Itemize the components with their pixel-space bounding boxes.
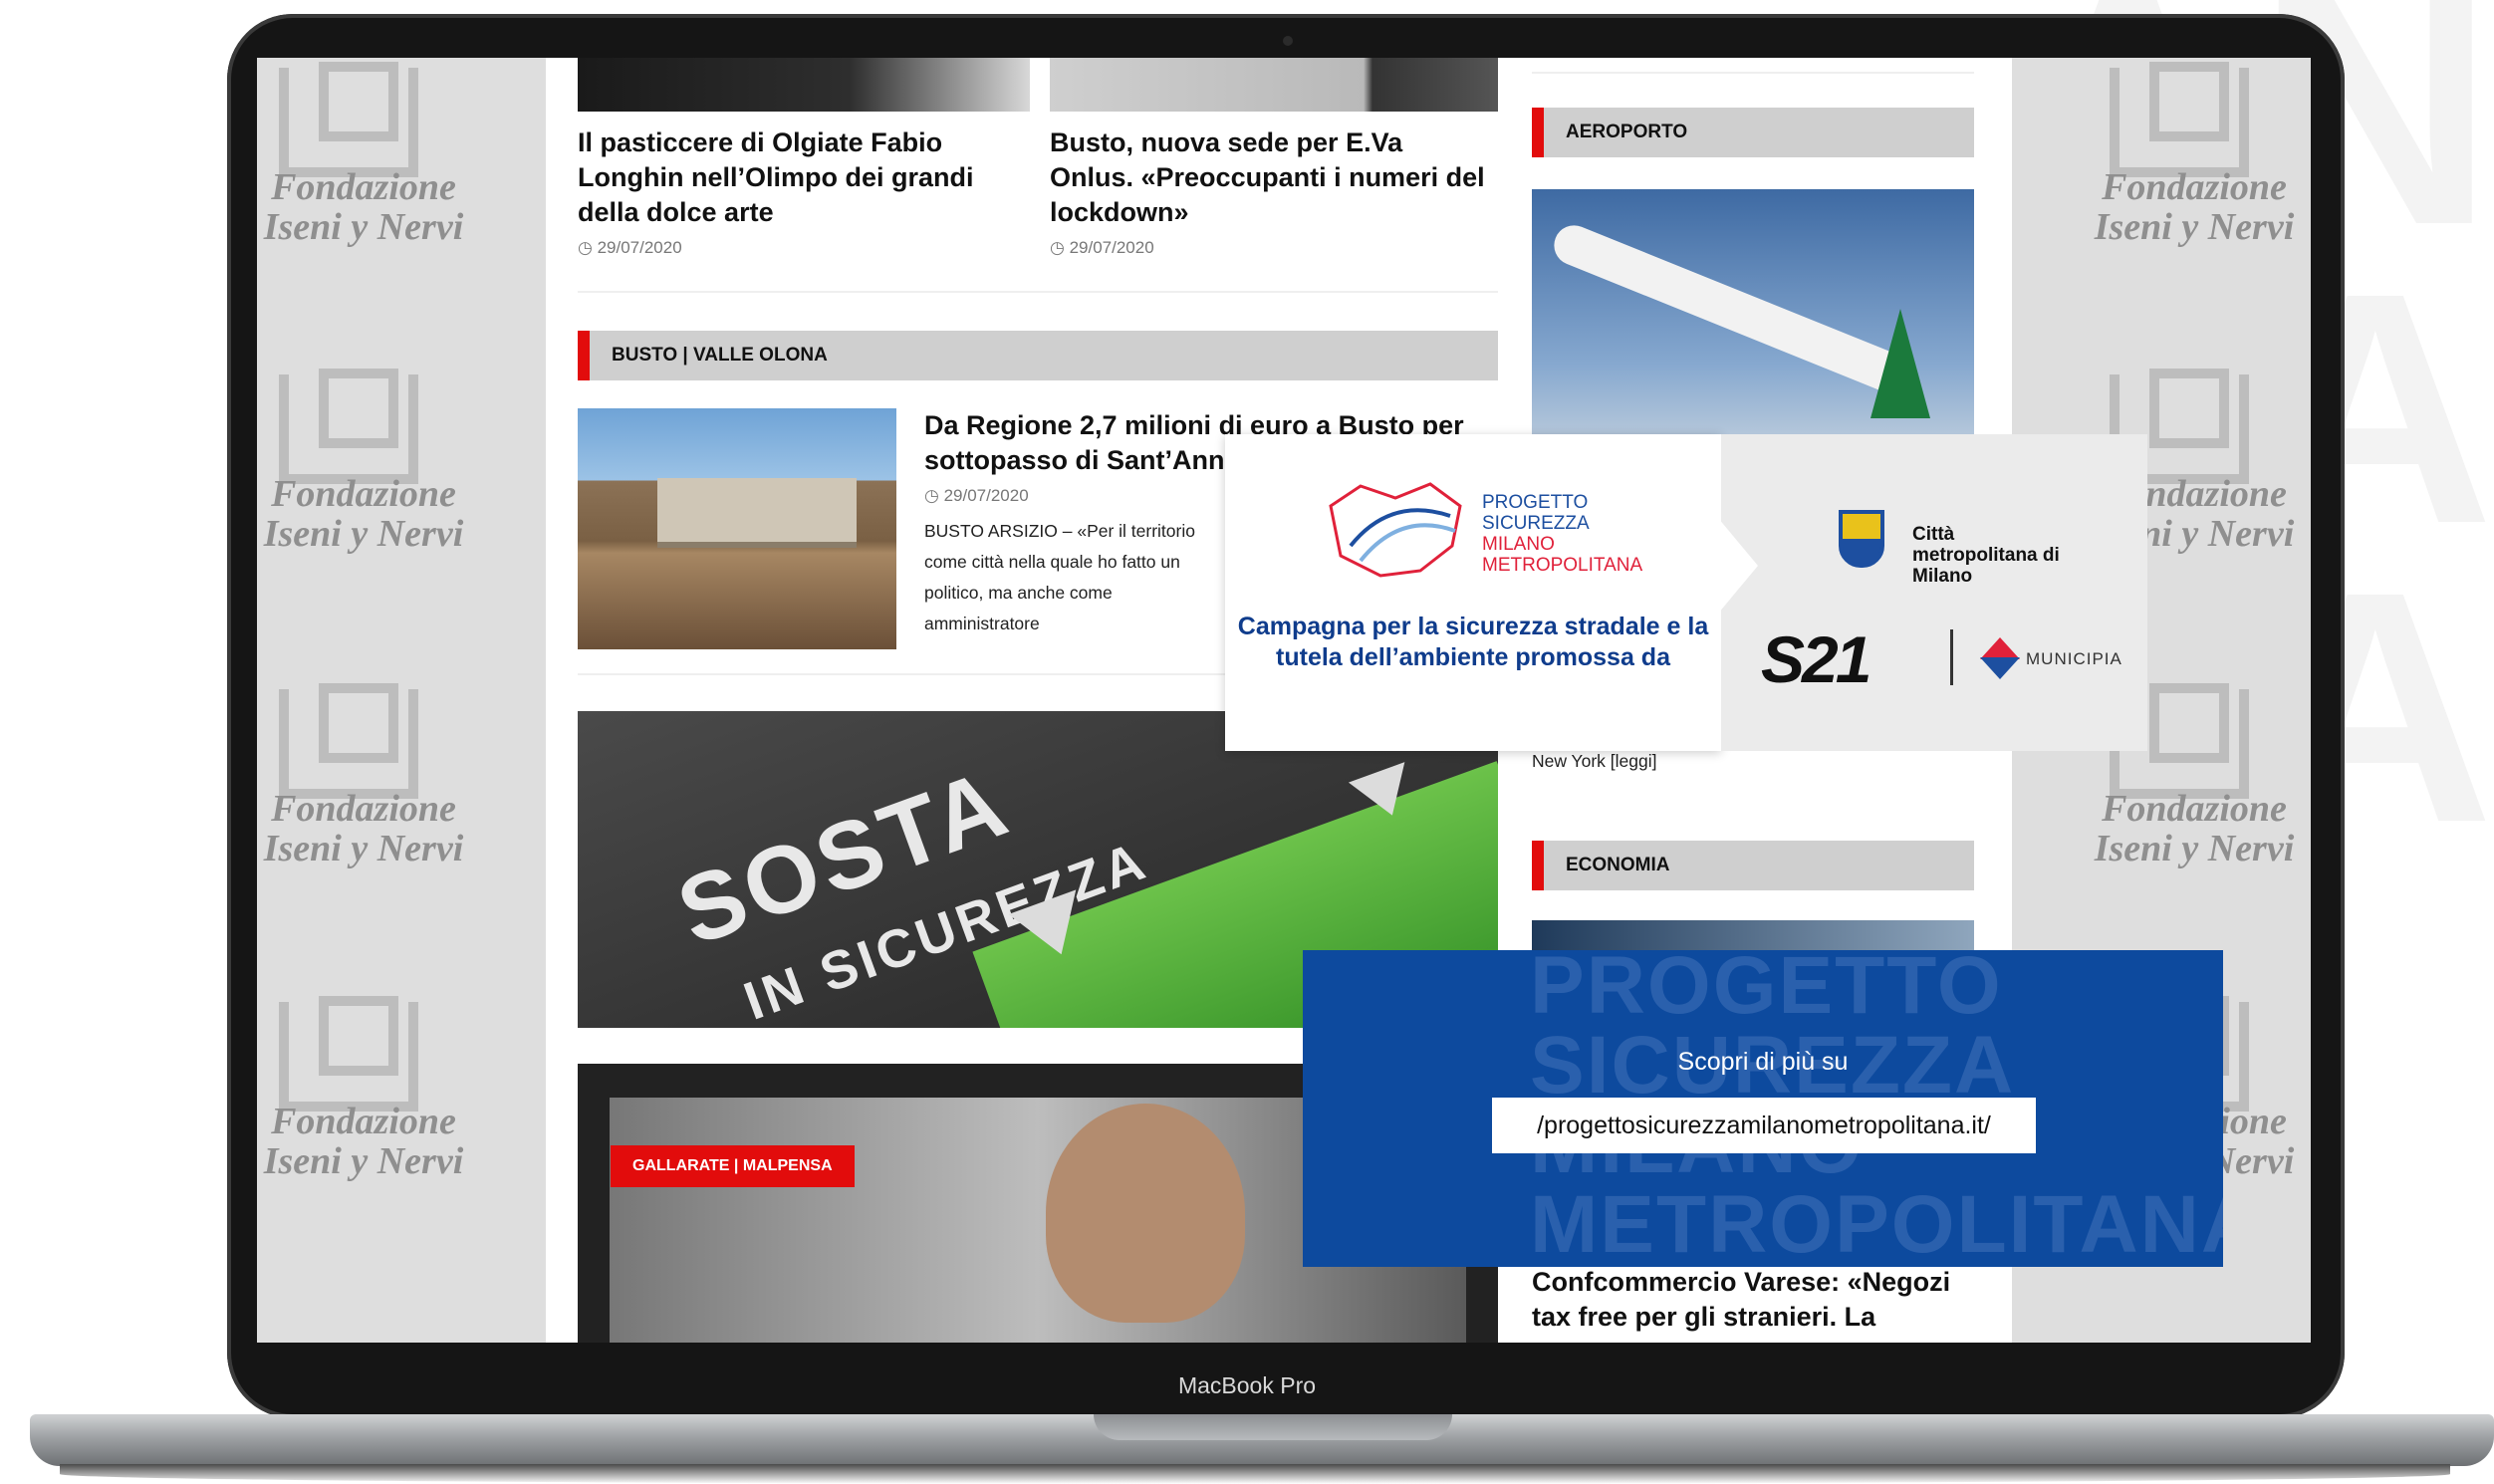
article-title[interactable]: Il pasticcere di Olgiate Fabio Longhin n… (578, 125, 1016, 230)
section-header-economia[interactable]: ECONOMIA (1532, 841, 1974, 890)
watermark-line1: Fondazione (271, 1101, 456, 1142)
watermark-line2: Iseni y Nervi (2094, 206, 2295, 248)
watermark-logo-icon (279, 683, 418, 799)
article-title[interactable]: Busto, nuova sede per E.Va Onlus. «Preoc… (1050, 125, 1488, 230)
progetto-logo-text: PROGETTO SICUREZZA MILANO METROPOLITANA (1482, 492, 1643, 576)
article-date: 29/07/2020 (578, 238, 1016, 258)
watermark-line2: Iseni y Nervi (2094, 828, 2295, 869)
section-header-aeroporto[interactable]: AEROPORTO (1532, 108, 1974, 157)
ad-url-panel[interactable]: PROGETTO SICUREZZA MILANO METROPOLITANA … (1303, 950, 2223, 1267)
municipia-label: MUNICIPIA (2026, 649, 2122, 668)
article-thumbnail[interactable] (1050, 58, 1498, 112)
article-thumbnail[interactable] (578, 58, 1030, 112)
watermark-line2: Iseni y Nervi (263, 1140, 464, 1182)
watermark-line2: Iseni y Nervi (263, 513, 464, 555)
laptop-notch (1094, 1414, 1452, 1440)
airplane-icon (1548, 219, 1914, 398)
watermark-line2: Iseni y Nervi (263, 206, 464, 248)
watermark-logo-icon (2110, 62, 2249, 177)
device-label: MacBook Pro (1177, 1372, 1317, 1398)
municipia-logo-icon (1976, 637, 2022, 679)
partner-divider (1950, 629, 1953, 685)
laptop-shadow (60, 1464, 2450, 1484)
website-url-link[interactable]: /progettosicurezzamilanometropolitana.it… (1492, 1098, 2036, 1153)
coat-of-arms-icon (1839, 510, 1884, 568)
s21-logo: S21 (1761, 622, 1871, 696)
scopri-label: Scopri di più su (1677, 1048, 1849, 1076)
top-article-1[interactable]: Il pasticcere di Olgiate Fabio Longhin n… (578, 125, 1016, 258)
watermark-tile: FondazioneIseni y Nervi (257, 683, 478, 908)
aeroporto-image[interactable] (1532, 189, 1974, 438)
watermark-line2: Iseni y Nervi (263, 828, 464, 869)
watermark-tile: FondazioneIseni y Nervi (257, 996, 478, 1221)
macbook-mockup: ANTA A FondazioneIseni y Nervi Fondazion… (0, 0, 2494, 1484)
economia-article-title[interactable]: Confcommercio Varese: «Negozi tax free p… (1532, 1265, 1970, 1335)
watermark-line1: Fondazione (271, 166, 456, 208)
divider (578, 291, 1498, 293)
article-date: 29/07/2020 (1050, 238, 1488, 258)
watermark-line1: Fondazione (2102, 788, 2287, 830)
watermark-tile: FondazioneIseni y Nervi (257, 62, 478, 287)
partner-citta-metropolitana: Città metropolitana di Milano (1912, 524, 2060, 587)
watermark-logo-icon (279, 369, 418, 484)
article-image[interactable] (578, 408, 896, 649)
watermark-logo-icon (279, 996, 418, 1112)
campaign-text: Campagna per la sicurezza stradale e la … (1237, 613, 1709, 671)
watermark-line1: Fondazione (2102, 166, 2287, 208)
ad-campaign-panel[interactable]: PROGETTO SICUREZZA MILANO METROPOLITANA (1225, 434, 1721, 751)
camera-icon (1283, 36, 1293, 46)
watermark-tile: FondazioneIseni y Nervi (2080, 62, 2309, 287)
watermark-line1: Fondazione (271, 473, 456, 515)
top-article-2[interactable]: Busto, nuova sede per E.Va Onlus. «Preoc… (1050, 125, 1488, 258)
divider (1532, 72, 1974, 74)
person-photo (1046, 1104, 1245, 1323)
watermark-logo-icon (279, 62, 418, 177)
watermark-line1: Fondazione (271, 788, 456, 830)
ad-partners-panel[interactable]: Città metropolitana di Milano S21 MUNICI… (1721, 434, 2147, 751)
category-badge[interactable]: GALLARATE | MALPENSA (611, 1145, 855, 1187)
aeroporto-snippet[interactable]: New York [leggi] (1532, 751, 1657, 772)
ad-arrow-icon (1718, 518, 1758, 614)
watermark-tile: FondazioneIseni y Nervi (257, 369, 478, 594)
section-header-busto[interactable]: BUSTO | VALLE OLONA (578, 331, 1498, 380)
milano-map-logo-icon (1329, 482, 1462, 578)
article-excerpt: BUSTO ARSIZIO – «Per il territorio come … (924, 521, 1195, 633)
